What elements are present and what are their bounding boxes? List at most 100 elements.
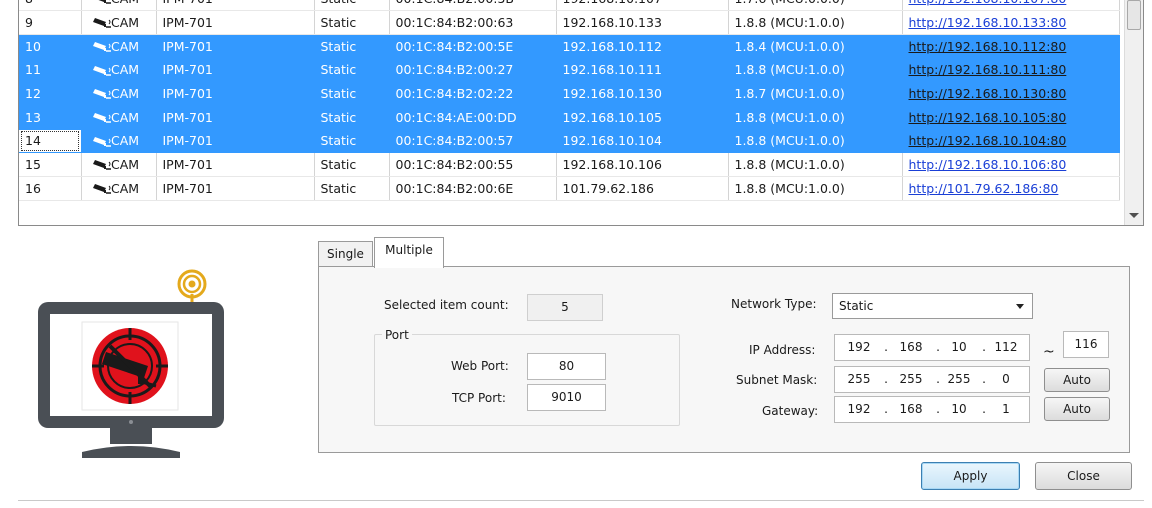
device-url-link[interactable]: http://192.168.10.133:80 bbox=[909, 15, 1067, 30]
mac-address: 00:1C:84:AE:00:DD bbox=[389, 105, 557, 130]
tcp-port-input[interactable]: 9010 bbox=[527, 384, 606, 411]
device-url-link[interactable]: http://192.168.10.112:80 bbox=[909, 39, 1067, 54]
mask-octet-1[interactable]: 255 bbox=[839, 367, 879, 392]
octet-separator: . bbox=[884, 372, 888, 386]
port-group-label: Port bbox=[382, 328, 412, 342]
table-row[interactable]: 8 CAM IPM-701 Static 00:1C:84:B2:00:5B 1… bbox=[19, 0, 1120, 12]
ip-address: 192.168.10.106 bbox=[556, 152, 729, 177]
apply-button[interactable]: Apply bbox=[921, 462, 1020, 490]
device-url[interactable]: http://192.168.10.105:80 bbox=[902, 105, 1120, 130]
device-url-link[interactable]: http://101.79.62.186:80 bbox=[909, 181, 1059, 196]
ip-address-input[interactable]: 192 . 168 . 10 . 112 bbox=[834, 334, 1030, 361]
cctv-camera-icon bbox=[81, 0, 111, 12]
device-url-link[interactable]: http://192.168.10.104:80 bbox=[909, 133, 1067, 148]
device-type: CAM bbox=[111, 81, 157, 106]
gateway-octet-1[interactable]: 192 bbox=[839, 397, 879, 422]
cctv-camera-icon bbox=[81, 58, 111, 83]
gateway-octet-2[interactable]: 168 bbox=[891, 397, 931, 422]
device-model: IPM-701 bbox=[156, 34, 315, 59]
cctv-camera-icon bbox=[81, 152, 111, 177]
device-url[interactable]: http://192.168.10.107:80 bbox=[902, 0, 1120, 12]
device-url[interactable]: http://192.168.10.130:80 bbox=[902, 81, 1120, 106]
table-row[interactable]: 9 CAM IPM-701 Static 00:1C:84:B2:00:63 1… bbox=[19, 10, 1120, 35]
table-row[interactable]: 10 CAM IPM-701 Static 00:1C:84:B2:00:5E … bbox=[19, 34, 1120, 59]
row-number: 12 bbox=[19, 81, 82, 106]
gateway-octet-3[interactable]: 10 bbox=[939, 397, 979, 422]
ip-octet-3[interactable]: 10 bbox=[939, 335, 979, 360]
ip-range-separator: ~ bbox=[1043, 344, 1055, 360]
table-row[interactable]: 15 CAM IPM-701 Static 00:1C:84:B2:00:55 … bbox=[19, 152, 1120, 177]
close-button[interactable]: Close bbox=[1035, 462, 1132, 490]
subnet-mask-input[interactable]: 255 . 255 . 255 . 0 bbox=[834, 366, 1030, 393]
mask-octet-4[interactable]: 0 bbox=[986, 367, 1026, 392]
ip-octet-1[interactable]: 192 bbox=[839, 335, 879, 360]
device-url[interactable]: http://192.168.10.112:80 bbox=[902, 34, 1120, 59]
mac-address: 00:1C:84:B2:00:63 bbox=[389, 10, 557, 35]
gateway-input[interactable]: 192 . 168 . 10 . 1 bbox=[834, 396, 1030, 423]
gateway-auto-button[interactable]: Auto bbox=[1044, 397, 1110, 421]
ip-octet-2[interactable]: 168 bbox=[891, 335, 931, 360]
device-url-link[interactable]: http://192.168.10.130:80 bbox=[909, 86, 1067, 101]
scroll-thumb[interactable] bbox=[1127, 0, 1141, 30]
cctv-camera-icon bbox=[81, 81, 111, 106]
mac-address: 00:1C:84:B2:00:27 bbox=[389, 58, 557, 83]
device-url[interactable]: http://192.168.10.111:80 bbox=[902, 58, 1120, 83]
device-url-link[interactable]: http://192.168.10.107:80 bbox=[909, 0, 1067, 6]
scroll-down-arrow-icon[interactable] bbox=[1129, 213, 1139, 218]
ip-address: 192.168.10.104 bbox=[556, 129, 729, 154]
network-mode: Static bbox=[314, 105, 390, 130]
device-url[interactable]: http://192.168.10.104:80 bbox=[902, 129, 1120, 154]
tab-single[interactable]: Single bbox=[318, 241, 373, 267]
ip-range-end-input[interactable]: 116 bbox=[1063, 331, 1109, 358]
mask-octet-3[interactable]: 255 bbox=[939, 367, 979, 392]
firmware-version: 1.8.8 (MCU:1.0.0) bbox=[728, 176, 903, 201]
octet-separator: . bbox=[884, 340, 888, 354]
web-port-input[interactable]: 80 bbox=[527, 353, 606, 380]
device-url-link[interactable]: http://192.168.10.111:80 bbox=[909, 62, 1067, 77]
device-model: IPM-701 bbox=[156, 129, 315, 154]
network-mode: Static bbox=[314, 81, 390, 106]
device-url[interactable]: http://192.168.10.106:80 bbox=[902, 152, 1120, 177]
network-type-select[interactable]: Static bbox=[832, 293, 1033, 319]
mask-octet-2[interactable]: 255 bbox=[891, 367, 931, 392]
table-row[interactable]: 12 CAM IPM-701 Static 00:1C:84:B2:02:22 … bbox=[19, 81, 1120, 106]
table-row[interactable]: 16 CAM IPM-701 Static 00:1C:84:B2:00:6E … bbox=[19, 176, 1120, 201]
network-mode: Static bbox=[314, 0, 390, 12]
device-url[interactable]: http://101.79.62.186:80 bbox=[902, 176, 1120, 201]
octet-separator: . bbox=[884, 402, 888, 416]
tcp-port-label: TCP Port: bbox=[452, 391, 506, 405]
device-url-link[interactable]: http://192.168.10.105:80 bbox=[909, 110, 1067, 125]
selected-count-label: Selected item count: bbox=[384, 298, 509, 312]
subnet-mask-auto-button[interactable]: Auto bbox=[1044, 368, 1110, 392]
firmware-version: 1.8.8 (MCU:1.0.0) bbox=[728, 58, 903, 83]
table-row[interactable]: 13 CAM IPM-701 Static 00:1C:84:AE:00:DD … bbox=[19, 105, 1120, 130]
firmware-version: 1.8.8 (MCU:1.0.0) bbox=[728, 129, 903, 154]
tab-multiple[interactable]: Multiple bbox=[374, 237, 444, 268]
network-mode: Static bbox=[314, 176, 390, 201]
ip-octet-4[interactable]: 112 bbox=[986, 335, 1026, 360]
ip-address: 101.79.62.186 bbox=[556, 176, 729, 201]
network-mode: Static bbox=[314, 129, 390, 154]
row-number: 10 bbox=[19, 34, 82, 59]
selected-count-field: 5 bbox=[527, 294, 603, 321]
device-type: CAM bbox=[111, 34, 157, 59]
network-mode: Static bbox=[314, 34, 390, 59]
firmware-version: 1.8.4 (MCU:1.0.0) bbox=[728, 34, 903, 59]
table-row[interactable]: 11 CAM IPM-701 Static 00:1C:84:B2:00:27 … bbox=[19, 58, 1120, 83]
device-url-link[interactable]: http://192.168.10.106:80 bbox=[909, 157, 1067, 172]
mac-address: 00:1C:84:B2:00:5B bbox=[389, 0, 557, 12]
ip-address: 192.168.10.111 bbox=[556, 58, 729, 83]
firmware-version: 1.7.6 (MCU:0.0.0) bbox=[728, 0, 903, 12]
network-mode: Static bbox=[314, 58, 390, 83]
table-row[interactable]: 14 CAM IPM-701 Static 00:1C:84:B2:00:57 … bbox=[19, 129, 1120, 154]
device-url[interactable]: http://192.168.10.133:80 bbox=[902, 10, 1120, 35]
device-model: IPM-701 bbox=[156, 105, 315, 130]
device-list[interactable]: 8 CAM IPM-701 Static 00:1C:84:B2:00:5B 1… bbox=[18, 0, 1144, 226]
vertical-scrollbar[interactable] bbox=[1124, 0, 1143, 225]
cctv-camera-icon bbox=[81, 176, 111, 201]
network-type-label: Network Type: bbox=[731, 297, 817, 311]
network-type-value: Static bbox=[839, 299, 874, 313]
gateway-octet-4[interactable]: 1 bbox=[986, 397, 1026, 422]
device-model: IPM-701 bbox=[156, 81, 315, 106]
monitor-with-blocked-camera-icon bbox=[30, 262, 240, 472]
